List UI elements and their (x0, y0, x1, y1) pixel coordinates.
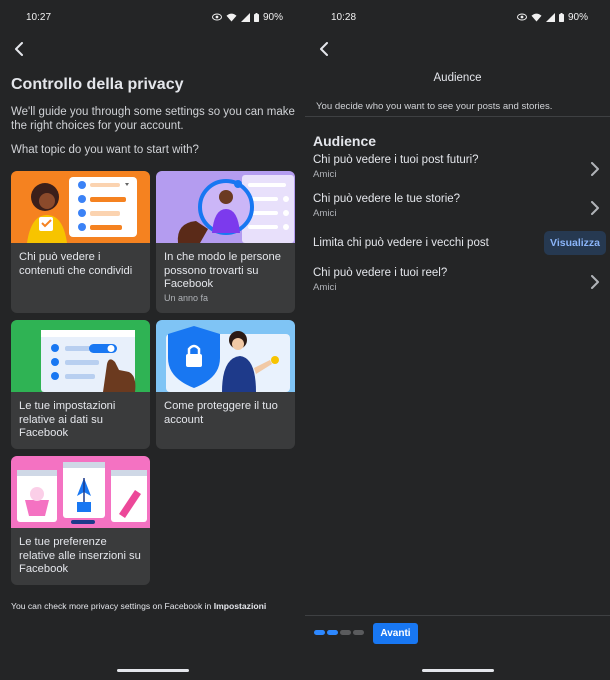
privacy-checkup-screen: 10:27 90% Controllo della privacy We'll … (0, 0, 305, 680)
signal-icon (545, 12, 555, 22)
setting-row-limit-old-posts: Limita chi può vedere i vecchi post Visu… (313, 231, 606, 256)
progress-dot (353, 630, 364, 635)
footer-note: You can check more privacy settings on F… (11, 601, 266, 611)
topic-card-ad-preferences[interactable]: Le tue preferenze relative alle inserzio… (11, 456, 150, 585)
progress-dot (340, 630, 351, 635)
illustration-shield (156, 320, 295, 392)
setting-value: Amici (313, 208, 337, 219)
chevron-left-icon (320, 42, 328, 56)
topic-card-data-settings[interactable]: Le tue impostazioni relative ai dati su … (11, 320, 150, 449)
battery-icon (558, 12, 564, 22)
progress-dot (327, 630, 338, 635)
topic-card-label: Come proteggere il tuo account (164, 400, 278, 426)
topic-card-label: In che modo le persone possono trovarti … (164, 251, 281, 290)
chevron-right-icon (591, 162, 599, 176)
divider (305, 116, 610, 117)
footer-text: You can check more privacy settings on F… (11, 601, 214, 611)
screenshot-composite: 10:27 90% Controllo della privacy We'll … (0, 0, 610, 680)
topic-card-content-sharing[interactable]: Chi può vedere i contenuti che condividi (11, 171, 150, 313)
wifi-icon (531, 13, 542, 21)
next-button[interactable]: Avanti (373, 623, 418, 644)
signal-icon (240, 12, 250, 22)
setting-row-stories[interactable]: Chi può vedere le tue storie? Amici (313, 193, 602, 225)
illustration-magnifier (156, 171, 295, 243)
status-time: 10:27 (26, 11, 52, 23)
status-bar: 10:28 90% (305, 0, 610, 34)
view-button[interactable]: Visualizza (544, 231, 606, 255)
battery-level: 90% (262, 11, 283, 23)
illustration-audience (11, 171, 150, 243)
topic-question: What topic do you want to start with? (11, 144, 199, 156)
status-time: 10:28 (331, 11, 357, 23)
page-title: Controllo della privacy (11, 76, 184, 93)
status-bar: 10:27 90% (0, 0, 305, 34)
setting-value: Amici (313, 169, 337, 180)
topic-card-label: Le tue impostazioni relative ai dati su … (19, 400, 116, 439)
chevron-right-icon (591, 275, 599, 289)
wifi-icon (226, 13, 237, 21)
topic-card-find-you[interactable]: In che modo le persone possono trovarti … (156, 171, 295, 313)
topic-card-account-security[interactable]: Come proteggere il tuo account (156, 320, 295, 449)
home-indicator[interactable] (116, 669, 189, 672)
illustration-ads (11, 456, 150, 528)
screen-description: You decide who you want to see your post… (316, 101, 553, 112)
audience-screen: 10:28 90% Audience You decide who you wa… (305, 0, 610, 680)
progress-dot (314, 630, 325, 635)
settings-link[interactable]: Impostazioni (214, 601, 267, 611)
eye-icon (516, 13, 527, 21)
setting-question: Chi può vedere i tuoi post futuri? (313, 154, 479, 166)
home-indicator[interactable] (421, 669, 494, 672)
back-button[interactable] (10, 40, 28, 58)
battery-level: 90% (567, 11, 588, 23)
topic-card-label: Chi può vedere i contenuti che condividi (19, 251, 133, 277)
eye-icon (211, 13, 222, 21)
setting-value: Amici (313, 282, 337, 293)
section-title: Audience (313, 133, 377, 149)
topic-card-timestamp: Un anno fa (164, 292, 209, 303)
intro-text: We'll guide you through some settings so… (11, 106, 295, 132)
battery-icon (253, 12, 259, 22)
screen-header-title: Audience (433, 72, 482, 84)
setting-question: Chi può vedere i tuoi reel? (313, 267, 448, 279)
setting-row-reels[interactable]: Chi può vedere i tuoi reel? Amici (313, 267, 602, 299)
setting-question: Chi può vedere le tue storie? (313, 193, 461, 205)
back-button[interactable] (315, 40, 333, 58)
chevron-left-icon (15, 42, 23, 56)
divider (305, 615, 610, 616)
illustration-settings (11, 320, 150, 392)
topic-card-label: Le tue preferenze relative alle inserzio… (19, 536, 141, 575)
chevron-right-icon (591, 201, 599, 215)
setting-row-future-posts[interactable]: Chi può vedere i tuoi post futuri? Amici (313, 154, 602, 186)
progress-indicator (314, 630, 364, 635)
